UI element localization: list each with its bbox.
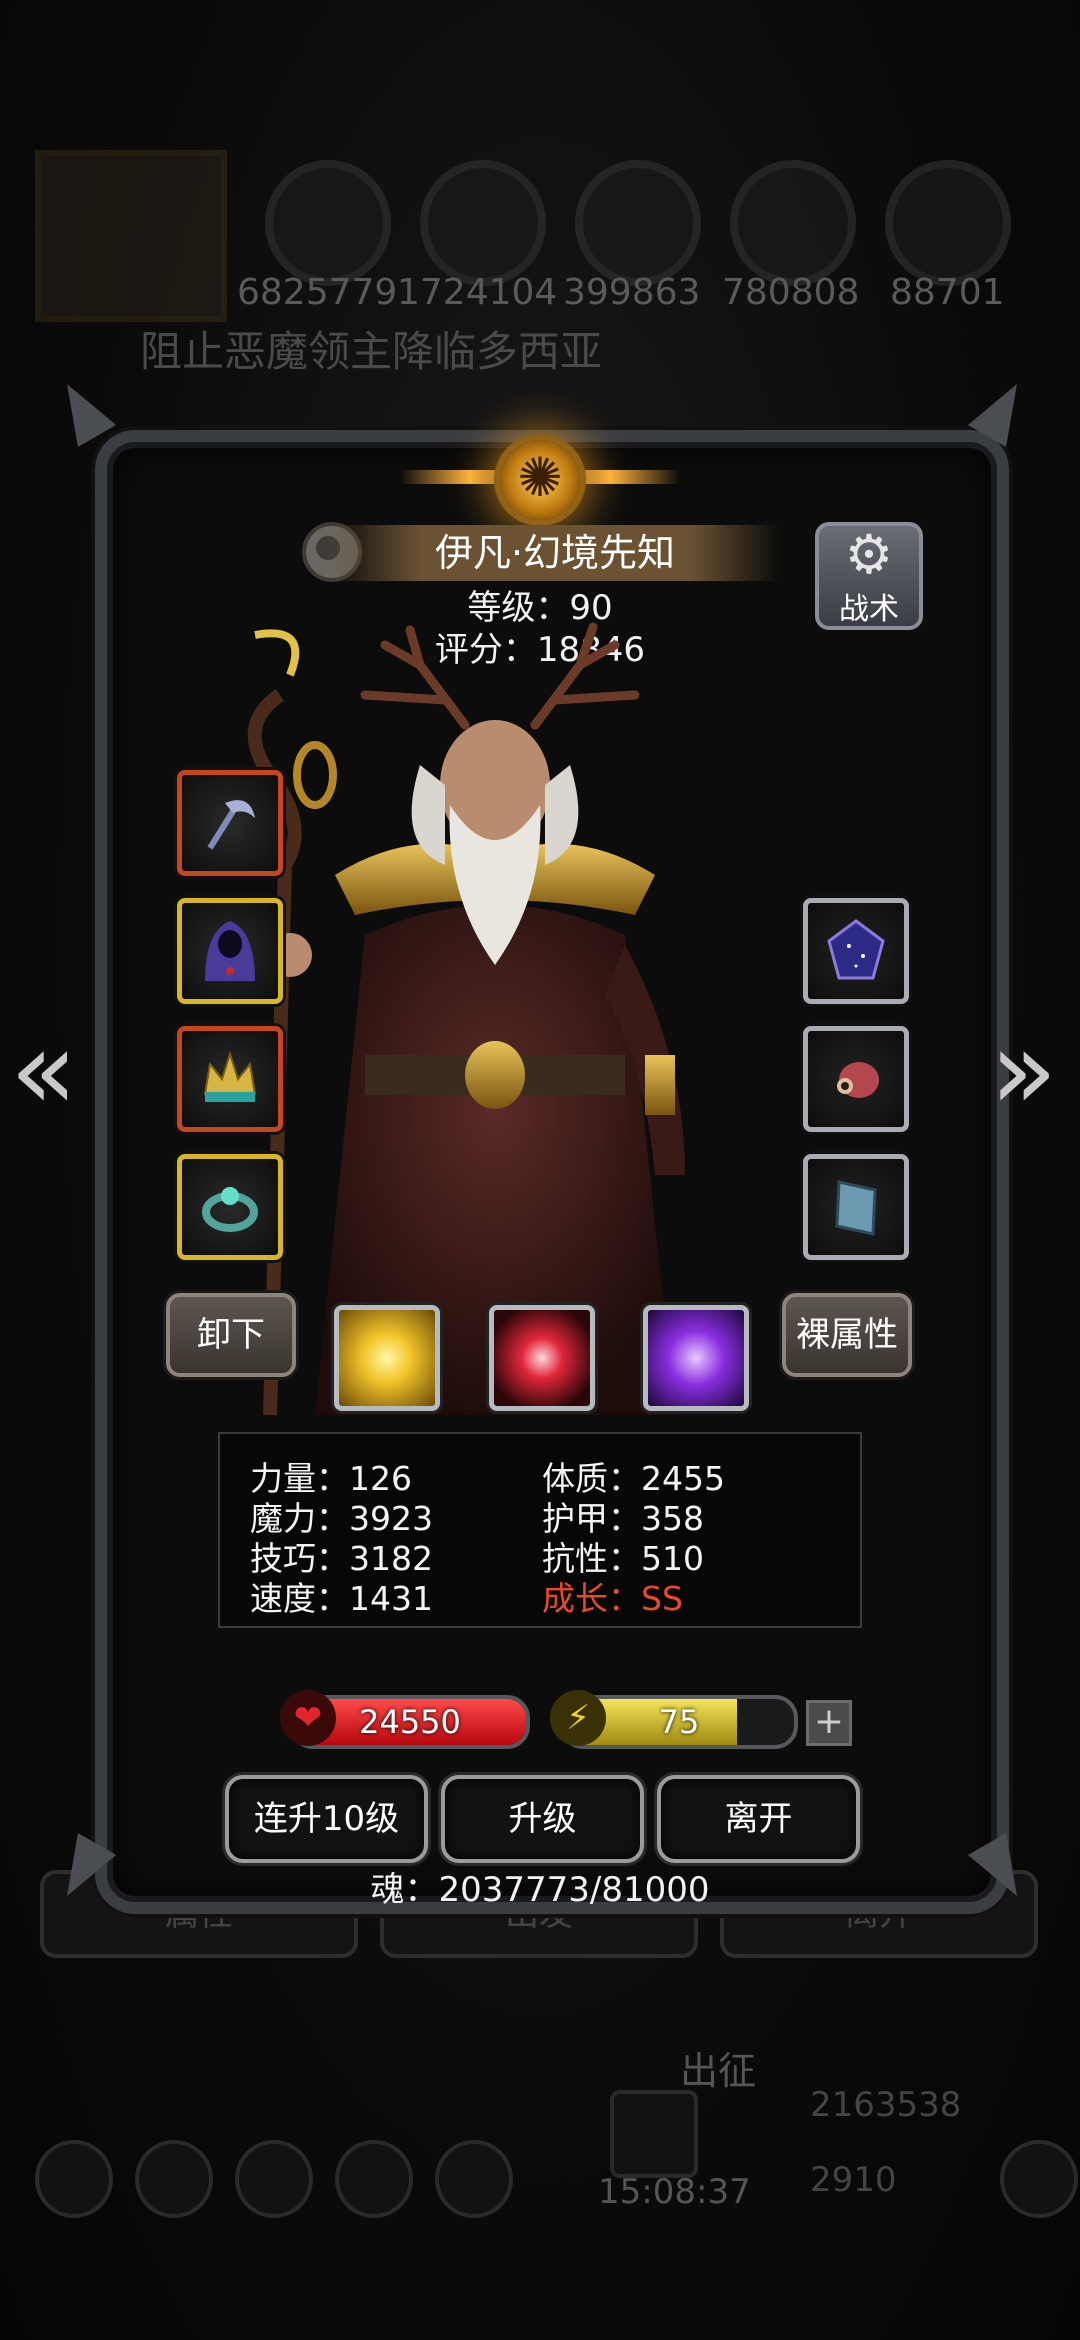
resource-value: 399863	[563, 272, 701, 313]
radiant-burst-icon[interactable]	[334, 1305, 440, 1411]
sun-emblem-icon	[500, 440, 580, 520]
quest-title: 阻止恶魔领主降临多西亚	[140, 327, 603, 376]
crimson-slash-icon[interactable]	[489, 1305, 595, 1411]
hero-name: 伊凡·幻境先知	[330, 525, 780, 581]
add-energy-button[interactable]: +	[806, 1700, 852, 1746]
crystal-resource-icon	[730, 160, 856, 286]
resource-value: 780808	[722, 272, 860, 313]
gold-resource-icon	[265, 160, 391, 286]
eye-charm-icon	[837, 1062, 879, 1098]
weapon-slot[interactable]	[177, 770, 283, 876]
antlers	[360, 622, 640, 730]
level-up-10-button[interactable]: 连升10级	[225, 1775, 428, 1863]
soul-counter: 魂：2037773/81000	[370, 1870, 710, 1910]
menu-icon	[235, 2140, 313, 2218]
background-avatar	[35, 150, 227, 322]
add-icon	[1000, 2140, 1078, 2218]
book-slot[interactable]	[803, 1154, 909, 1260]
armor-slot[interactable]	[177, 898, 283, 1004]
leave-button[interactable]: 离开	[657, 1775, 860, 1863]
gem-slot[interactable]	[803, 898, 909, 1004]
stat-growth: 成长：SS	[542, 1579, 683, 1618]
bracer	[645, 1055, 675, 1115]
menu-icon	[35, 2140, 113, 2218]
crown-helmet-icon	[203, 1050, 257, 1102]
menu-icon	[435, 2140, 513, 2218]
emerald-ring-icon	[202, 1187, 258, 1232]
tactics-button[interactable]: ⚙ 战术	[815, 522, 923, 630]
naked-attributes-button[interactable]: 裸属性	[782, 1293, 912, 1377]
heart-icon: ❤	[280, 1690, 336, 1746]
resource-value: 1724104	[397, 272, 558, 313]
gold-currency: 2163538	[810, 2085, 962, 2125]
stat-speed: 速度：1431	[250, 1579, 433, 1618]
previous-hero-arrow[interactable]: «	[10, 1015, 77, 1125]
gear-icon: ⚙	[844, 523, 894, 586]
violet-phantom-icon[interactable]	[643, 1305, 749, 1411]
ring-slot[interactable]	[177, 1154, 283, 1260]
clock: 15:08:37	[598, 2172, 751, 2212]
expedition-label: 出征	[680, 2049, 757, 2093]
lightning-icon: ⚡	[550, 1690, 606, 1746]
trinket-slot[interactable]	[803, 1026, 909, 1132]
helmet-slot[interactable]	[177, 1026, 283, 1132]
hooded-cloak-icon	[205, 921, 255, 981]
iron-resource-icon	[575, 160, 701, 286]
gift-box-icon	[610, 2090, 698, 2178]
resource-value: 6825779	[237, 272, 398, 313]
menu-icon	[135, 2140, 213, 2218]
stats-panel: 力量：126 魔力：3923 技巧：3182 速度：1431 体质：2455 护…	[218, 1432, 862, 1628]
wood-resource-icon	[420, 160, 546, 286]
resource-value: 88701	[890, 272, 1005, 313]
menu-icon	[335, 2140, 413, 2218]
belt-buckle	[465, 1041, 525, 1109]
stone-resource-icon	[885, 160, 1011, 286]
tactics-label: 战术	[839, 592, 899, 627]
star-gem-icon	[827, 919, 885, 980]
blue-book-icon	[835, 1180, 877, 1236]
gem-currency: 2910	[810, 2160, 897, 2200]
unequip-button[interactable]: 卸下	[166, 1293, 296, 1377]
level-up-button[interactable]: 升级	[441, 1775, 644, 1863]
next-hero-arrow[interactable]: »	[990, 1015, 1057, 1125]
scythe-weapon-icon	[207, 800, 255, 850]
